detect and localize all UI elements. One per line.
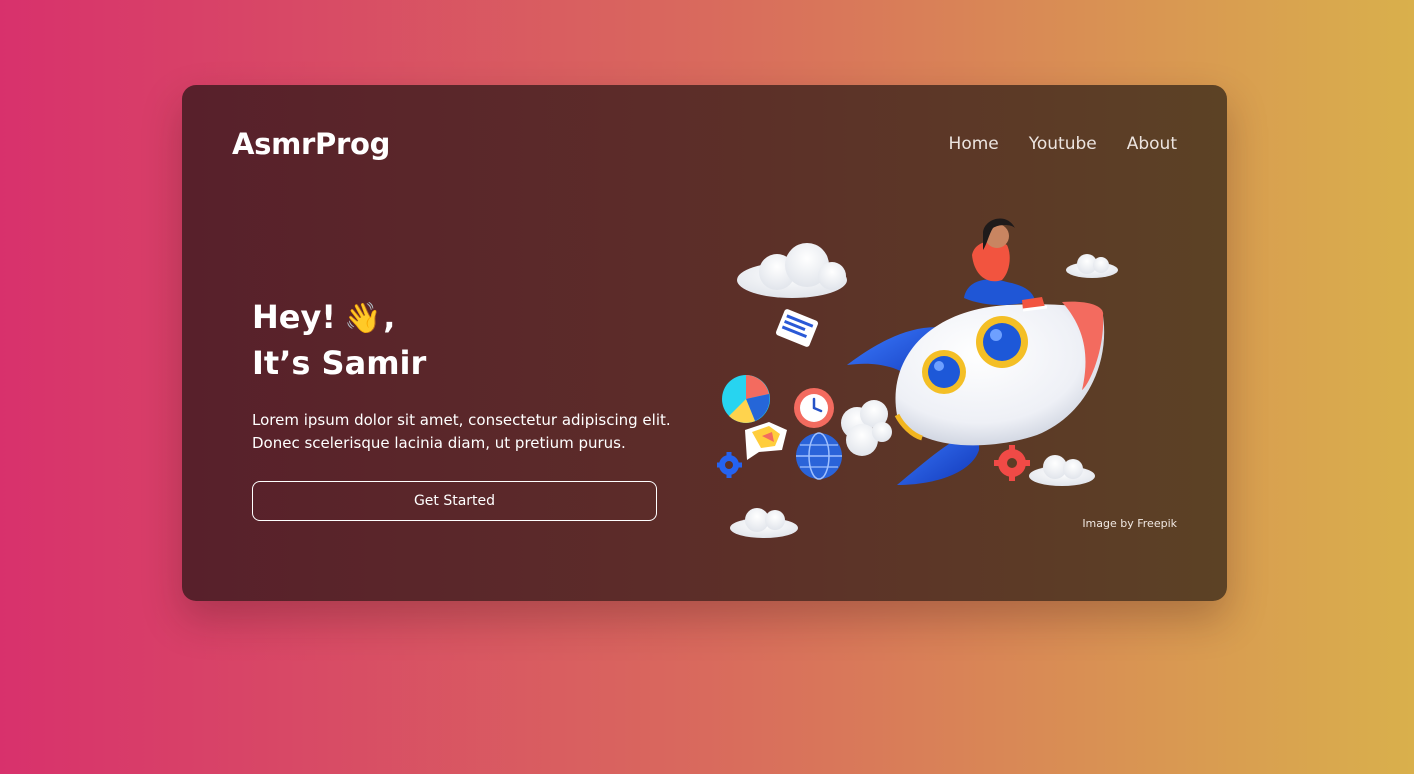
cloud-icon [841,400,892,456]
hero-greeting: Hey! [252,298,336,336]
hero-title: Hey! 👋, It’s Samir [252,295,426,385]
cloud-icon [1029,455,1095,486]
pie-chart-icon [722,375,770,423]
get-started-button[interactable]: Get Started [252,481,657,521]
document-icon [775,309,819,347]
hero-description: Lorem ipsum dolor sit amet, consectetur … [252,409,682,455]
map-icon [745,422,787,460]
waving-hand-icon: 👋 [343,301,382,336]
hero-card: AsmrProg Home Youtube About Hey! 👋, It’s … [182,85,1227,601]
rocket-illustration [717,218,1118,538]
image-credit[interactable]: Image by Freepik [1082,517,1177,530]
cloud-icon [737,243,847,298]
hero-description-line-1: Lorem ipsum dolor sit amet, consectetur … [252,411,671,429]
site-logo[interactable]: AsmrProg [232,127,390,161]
cloud-icon [730,508,798,538]
clock-icon [794,388,834,428]
nav-link-youtube[interactable]: Youtube [1029,134,1097,154]
hero-name: It’s Samir [252,344,427,382]
main-nav: Home Youtube About [949,134,1177,154]
cloud-icon [1066,254,1118,278]
gear-icon [994,445,1030,481]
nav-link-home[interactable]: Home [949,134,999,154]
globe-icon [796,432,842,480]
hero-description-line-2: Donec scelerisque lacinia diam, ut preti… [252,434,626,452]
person-illustration [964,218,1048,312]
nav-link-about[interactable]: About [1127,134,1177,154]
hero-greeting-suffix: , [383,298,396,336]
gear-icon [717,452,742,478]
